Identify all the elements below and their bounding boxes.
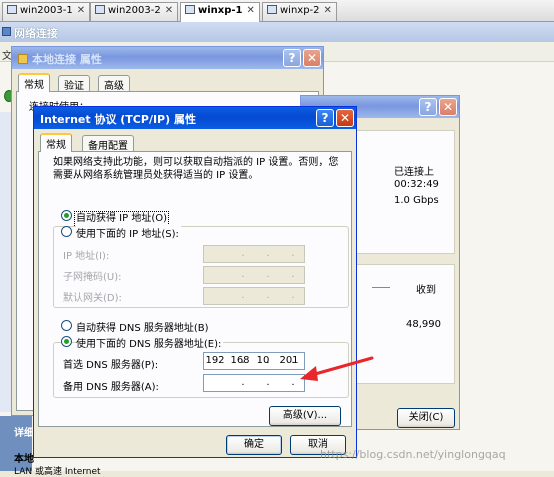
watermark-text: https://blog.csdn.net/yinglongqaq	[320, 448, 506, 461]
tab-general[interactable]: 常规	[40, 133, 72, 152]
tab-general[interactable]: 常规	[18, 73, 50, 92]
annotation-arrow	[300, 356, 374, 381]
